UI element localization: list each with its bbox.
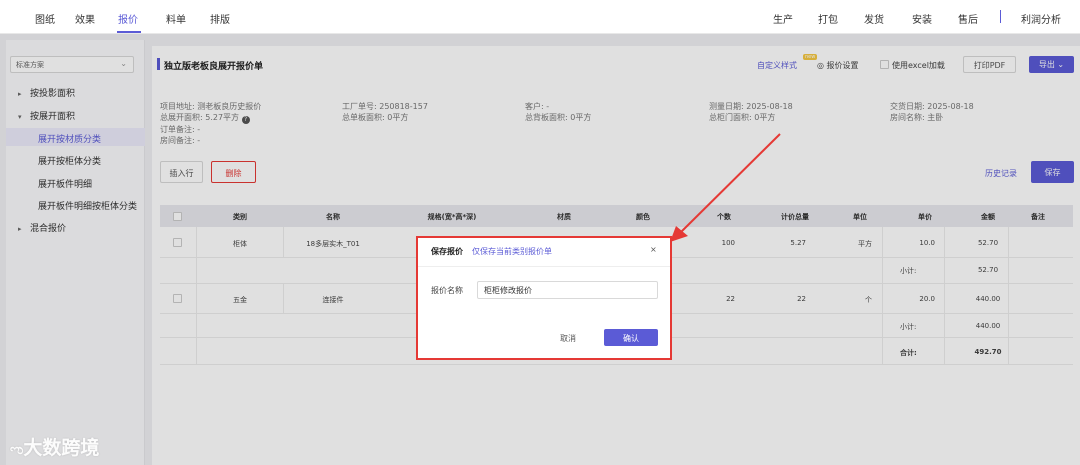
top-nav: 图纸 效果 报价 料单 排版 生产 打包 发货 安装 售后 利润分析 [0,0,1080,34]
nav-after-sales[interactable]: 售后 [958,11,978,26]
nav-drawings[interactable]: 图纸 [35,11,55,26]
nav-quote[interactable]: 报价 [118,11,138,26]
logo: ಌ大数跨境 [10,433,99,460]
close-icon[interactable]: × [650,245,657,254]
nav-shipping[interactable]: 发货 [864,11,884,26]
confirm-button[interactable]: 确认 [604,329,658,346]
quote-name-label: 报价名称 [431,286,463,295]
dialog-subtitle: 仅保存当前类别报价单 [472,247,552,256]
nav-layout[interactable]: 排版 [210,11,230,26]
nav-profit-analysis[interactable]: 利润分析 [1021,11,1061,26]
nav-effects[interactable]: 效果 [75,11,95,26]
nav-install[interactable]: 安装 [912,11,932,26]
logo-mark-icon: ಌ [10,442,24,458]
nav-packing[interactable]: 打包 [818,11,838,26]
logo-text: 大数跨境 [23,437,100,459]
dialog-title: 保存报价 [431,247,463,256]
dialog-divider [418,266,670,267]
nav-production[interactable]: 生产 [773,11,793,26]
nav-separator [1000,10,1001,23]
nav-material-list[interactable]: 料单 [166,11,186,26]
quote-name-input[interactable] [477,281,658,299]
cancel-button[interactable]: 取消 [560,333,576,344]
nav-active-indicator [117,31,141,33]
